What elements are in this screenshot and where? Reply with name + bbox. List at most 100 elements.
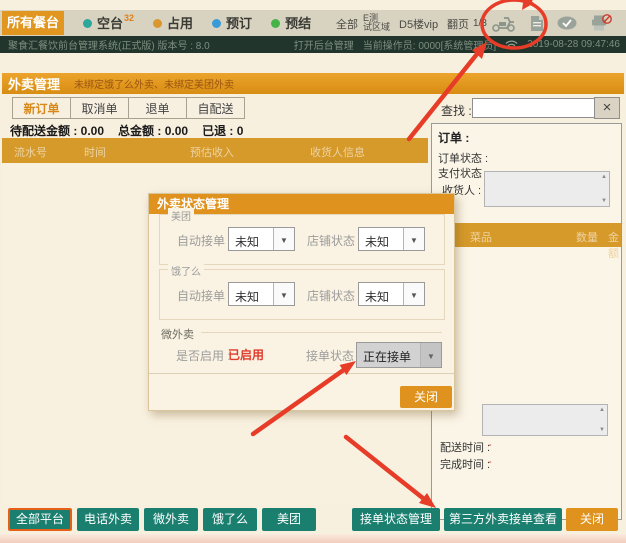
status-bar: 聚食汇餐饮前台管理系统(正式版) 版本号 : 8.0 打开后台管理 当前操作员:…: [0, 36, 626, 53]
page-flip-label[interactable]: 翻页: [447, 16, 469, 32]
bottom-action-group: 接单状态管理 第三方外卖接单查看 关闭: [352, 508, 618, 531]
page-indicator: 1/3: [473, 18, 487, 29]
dish-table-header: 菜品 数量 金额: [432, 223, 621, 247]
finish-time-label: 完成时间 :: [440, 456, 490, 472]
enabled-value: 已启用: [228, 346, 264, 363]
third-party-view-button[interactable]: 第三方外卖接单查看: [444, 508, 562, 531]
printer-disabled-icon[interactable]: [590, 14, 612, 32]
clear-search-button[interactable]: ×: [594, 97, 620, 119]
zone-all[interactable]: 全部: [336, 16, 358, 32]
shop-status-label: 店铺状态 :: [307, 232, 362, 249]
wechat-section-label: 微外卖: [161, 326, 194, 342]
scroll-up-icon[interactable]: ▲: [599, 407, 605, 413]
meituan-section: 美团 自动接单 : 未知 ▼ 店铺状态 : 未知 ▼: [159, 214, 445, 265]
dropdown-value: 正在接单: [357, 343, 420, 367]
eleme-section: 饿了么 自动接单 : 未知 ▼ 店铺状态 : 未知 ▼: [159, 269, 445, 320]
scroll-down-icon[interactable]: ▼: [599, 427, 605, 433]
status-label: 空台: [97, 14, 123, 33]
platform-wechat-button[interactable]: 微外卖: [144, 508, 198, 531]
status-filter-reserved[interactable]: 预订: [212, 14, 252, 33]
enable-label: 是否启用 :: [176, 347, 231, 364]
zone-test-area[interactable]: E测 试区域: [363, 14, 390, 32]
system-version-text: 聚食汇餐饮前台管理系统(正式版) 版本号 : 8.0: [8, 37, 210, 52]
tab-cancelled-orders[interactable]: 取消单: [70, 97, 129, 119]
order-detail-panel: 订单 : 订单状态 : 支付状态 : 收货人 : ▲ ▼ 菜品 数量 金额 ▲ …: [431, 123, 622, 520]
bottom-strip: [0, 534, 626, 543]
shop-status-label: 店铺状态 :: [307, 287, 362, 304]
modal-footer-divider: [149, 373, 454, 374]
dropdown-value: 未知: [359, 228, 403, 250]
chevron-down-icon[interactable]: ▼: [403, 228, 424, 250]
col-receiver-info: 收货人信息: [310, 144, 365, 160]
remark-textarea[interactable]: ▲ ▼: [482, 404, 608, 436]
total-amount: 总金额 : 0.00: [118, 122, 188, 139]
datetime-text: 2019-08-28 09:47:46: [527, 39, 620, 50]
status-filter-free[interactable]: 空台 32: [83, 14, 134, 33]
status-label: 占用: [167, 14, 193, 33]
wechat-accept-status-dropdown[interactable]: 正在接单 ▼: [356, 342, 442, 368]
col-amount: 金额: [608, 229, 621, 261]
auto-accept-label: 自动接单 :: [177, 232, 232, 249]
tab-self-delivery[interactable]: 自配送: [186, 97, 245, 119]
platform-eleme-button[interactable]: 饿了么: [203, 508, 257, 531]
message-check-icon[interactable]: [557, 16, 577, 30]
top-bar: 所有餐台 空台 32 占用 预订 预结 全部 E测 试区域 D5楼vip 翻页 …: [0, 10, 626, 36]
chevron-down-icon[interactable]: ▼: [273, 228, 294, 250]
scroll-up-icon[interactable]: ▲: [601, 174, 607, 180]
takeout-status-modal: 外卖状态管理 美团 自动接单 : 未知 ▼ 店铺状态 : 未知 ▼ 饿了么 自动…: [148, 193, 455, 411]
receiver-textarea[interactable]: ▲ ▼: [484, 171, 610, 207]
eleme-auto-accept-dropdown[interactable]: 未知 ▼: [228, 282, 295, 306]
toolbar-icons: [491, 10, 626, 36]
platform-meituan-button[interactable]: 美团: [262, 508, 316, 531]
accept-status-manage-button[interactable]: 接单状态管理: [352, 508, 440, 531]
modal-title: 外卖状态管理: [149, 194, 454, 214]
status-label: 预结: [285, 14, 311, 33]
col-estimated-income: 预估收入: [190, 144, 234, 160]
annotation-arrow-top-head: [522, 0, 534, 10]
chevron-down-icon[interactable]: ▼: [273, 283, 294, 305]
chevron-down-icon[interactable]: ▼: [420, 343, 441, 367]
reserved-dot-icon: [212, 19, 221, 28]
dropdown-value: 未知: [229, 228, 273, 250]
document-icon[interactable]: [530, 15, 544, 32]
platform-phone-button[interactable]: 电话外卖: [77, 508, 139, 531]
accept-status-label: 接单状态 :: [306, 347, 361, 364]
tab-new-orders[interactable]: 新订单: [12, 97, 71, 119]
free-table-count: 32: [124, 13, 134, 23]
meituan-auto-accept-dropdown[interactable]: 未知 ▼: [228, 227, 295, 251]
zone-line2: 试区域: [363, 23, 390, 32]
bottom-bar: 全部平台 电话外卖 微外卖 饿了么 美团 接单状态管理 第三方外卖接单查看 关闭: [0, 508, 626, 532]
order-status-label: 订单状态 :: [438, 150, 488, 166]
amount-summary: 待配送金额 : 0.00 总金额 : 0.00 已退 : 0: [10, 122, 243, 139]
prebill-dot-icon: [271, 19, 280, 28]
status-filter-occupied[interactable]: 占用: [153, 14, 193, 33]
eleme-shop-status-dropdown[interactable]: 未知 ▼: [358, 282, 425, 306]
occupied-dot-icon: [153, 19, 162, 28]
col-time: 时间: [84, 144, 106, 160]
modal-close-button[interactable]: 关闭: [400, 386, 452, 408]
order-tabs: 新订单 取消单 退单 自配送: [12, 97, 244, 119]
page-title: 外卖管理: [8, 74, 60, 93]
platform-filter-group: 全部平台 电话外卖 微外卖 饿了么 美团: [8, 508, 316, 531]
status-filter-prebill[interactable]: 预结: [271, 14, 311, 33]
pending-delivery-amount: 待配送金额 : 0.00: [10, 122, 104, 139]
scroll-down-icon[interactable]: ▼: [601, 198, 607, 204]
platform-all-button[interactable]: 全部平台: [8, 508, 72, 531]
close-page-button[interactable]: 关闭: [566, 508, 618, 531]
open-backend-link[interactable]: 打开后台管理: [294, 37, 354, 52]
tab-refund-orders[interactable]: 退单: [128, 97, 187, 119]
delivery-time-value: -: [488, 439, 492, 451]
order-table-header: 流水号 时间 预估收入 收货人信息: [2, 138, 428, 163]
all-tables-tab[interactable]: 所有餐台: [2, 11, 64, 35]
annotation-arrow-top-line: [529, 0, 537, 1]
delivery-time-label: 配送时间 :: [440, 439, 490, 455]
takeout-management-header: 外卖管理 未绑定饿了么外卖、未绑定美团外卖: [2, 73, 624, 94]
search-input[interactable]: [472, 98, 598, 118]
meituan-shop-status-dropdown[interactable]: 未知 ▼: [358, 227, 425, 251]
status-label: 预订: [226, 14, 252, 33]
delivery-scooter-icon[interactable]: [491, 14, 517, 32]
zone-d5-vip[interactable]: D5楼vip: [399, 16, 438, 32]
chevron-down-icon[interactable]: ▼: [403, 283, 424, 305]
free-table-dot-icon: [83, 19, 92, 28]
section-divider: [201, 332, 442, 333]
